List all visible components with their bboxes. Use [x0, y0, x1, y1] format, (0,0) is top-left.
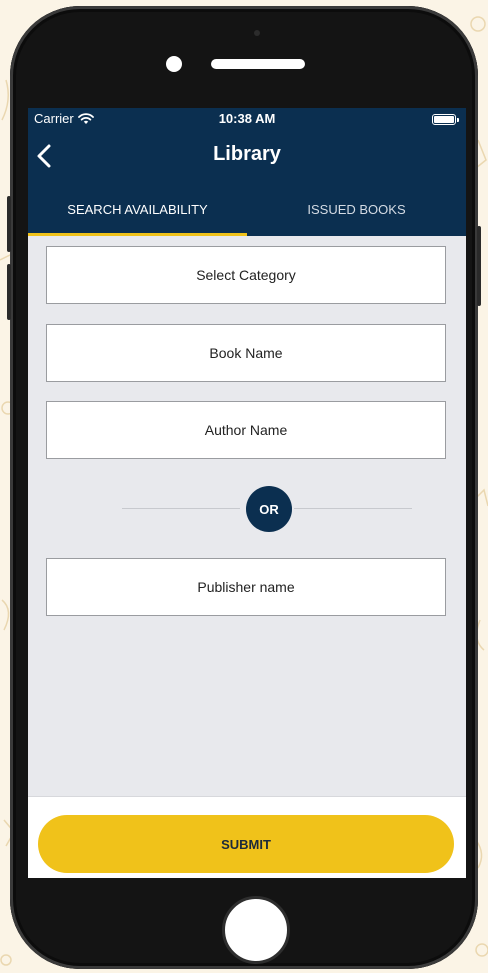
status-bar: Carrier 10:38 AM [28, 108, 466, 130]
tab-search-availability[interactable]: SEARCH AVAILABILITY [28, 182, 247, 236]
proximity-sensor [254, 30, 260, 36]
footer-bar: SUBMIT [28, 796, 466, 878]
volume-up-button [7, 196, 11, 252]
book-name-field[interactable]: Book Name [46, 324, 446, 382]
status-time: 10:38 AM [218, 111, 276, 126]
volume-down-button [7, 264, 11, 320]
earpiece-speaker [211, 59, 305, 69]
front-camera [166, 56, 182, 72]
or-divider: OR [122, 486, 412, 532]
app-screen: Carrier 10:38 AM Library SEARCH AVAILABI… [28, 108, 466, 878]
or-badge: OR [246, 486, 292, 532]
battery-level [434, 116, 454, 123]
navigation-bar: Library [28, 130, 466, 182]
tab-issued-books[interactable]: ISSUED BOOKS [247, 182, 466, 236]
battery-icon [432, 114, 459, 125]
power-button [477, 226, 481, 306]
author-name-field[interactable]: Author Name [46, 401, 446, 459]
publisher-name-field[interactable]: Publisher name [46, 558, 446, 616]
tab-bar: SEARCH AVAILABILITY ISSUED BOOKS [28, 182, 466, 236]
home-button[interactable] [222, 896, 290, 964]
battery-tip [457, 118, 459, 122]
select-category-field[interactable]: Select Category [46, 246, 446, 304]
submit-button[interactable]: SUBMIT [38, 815, 454, 873]
divider-line-left [122, 508, 240, 509]
divider-line-right [294, 508, 412, 509]
page-title: Library [213, 143, 281, 165]
